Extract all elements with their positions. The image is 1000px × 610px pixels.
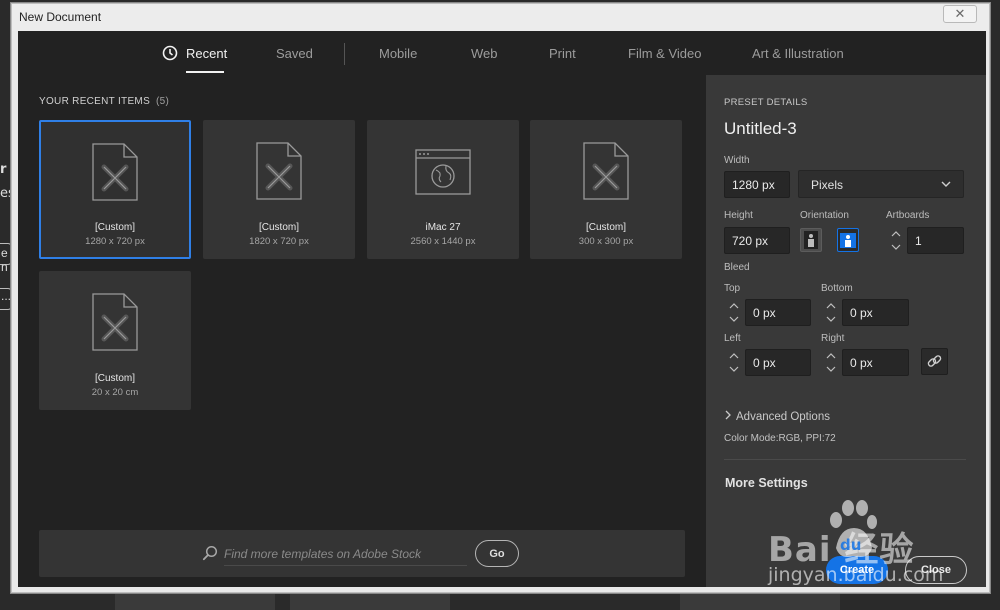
artboards-stepper[interactable] — [886, 227, 906, 254]
recent-item-size: 20 x 20 cm — [91, 387, 139, 398]
bleed-left-label: Left — [724, 333, 741, 344]
unit-dropdown[interactable]: Pixels — [798, 170, 964, 198]
background-panel — [680, 592, 840, 610]
recent-item-card[interactable]: iMac 27 2560 x 1440 px — [367, 120, 519, 259]
artboards-label: Artboards — [886, 210, 930, 221]
panel-divider — [724, 459, 966, 460]
tab-web[interactable]: Web — [471, 46, 498, 61]
landscape-orientation-button[interactable] — [837, 228, 859, 252]
stock-search-input[interactable] — [224, 542, 467, 566]
tab-art-illustration[interactable]: Art & Illustration — [752, 46, 844, 61]
bleed-label: Bleed — [724, 262, 750, 273]
artboards-field[interactable]: 1 — [907, 227, 964, 254]
category-tabs: Recent Saved Mobile Web Print Film & Vid… — [18, 31, 986, 75]
bleed-bottom-label: Bottom — [821, 283, 853, 294]
recent-item-card[interactable]: [Custom] 20 x 20 cm — [39, 271, 191, 410]
stepper-arrows-icon — [729, 353, 739, 372]
dialog-close-button[interactable]: ✕ — [943, 5, 977, 23]
stock-search-bar: Go — [39, 530, 685, 577]
watermark-url: jingyan.baidu.com — [768, 564, 944, 586]
recent-item-card[interactable]: [Custom] 1820 x 720 px — [203, 120, 355, 259]
link-bleed-button[interactable] — [921, 348, 948, 375]
bleed-top-label: Top — [724, 283, 741, 294]
document-name[interactable]: Untitled-3 — [724, 119, 797, 139]
recent-item-size: 1820 x 720 px — [249, 236, 309, 247]
background-panel — [290, 592, 450, 610]
browser-globe-icon — [415, 149, 471, 195]
stepper-arrows-icon — [826, 353, 836, 372]
color-mode-summary: Color Mode:RGB, PPI:72 — [724, 433, 836, 444]
recent-item-name: [Custom] — [94, 222, 135, 233]
bleed-right-label: Right — [821, 333, 845, 344]
bleed-bottom-field[interactable]: 0 px — [842, 299, 909, 326]
tab-saved[interactable]: Saved — [276, 46, 313, 61]
advanced-options-toggle[interactable]: Advanced Options — [724, 410, 830, 423]
height-label: Height — [724, 210, 753, 221]
recent-item-name: [Custom] — [258, 222, 299, 233]
chevron-right-icon — [725, 410, 731, 420]
tab-mobile[interactable]: Mobile — [379, 46, 417, 61]
recent-item-name: [Custom] — [94, 373, 135, 384]
unit-dropdown-value: Pixels — [811, 178, 844, 192]
tab-print[interactable]: Print — [549, 46, 576, 61]
recent-item-name: iMac 27 — [425, 222, 461, 233]
bleed-right-field[interactable]: 0 px — [842, 349, 909, 376]
bleed-right-stepper[interactable] — [821, 349, 841, 376]
document-pencil-icon — [92, 143, 138, 201]
height-field[interactable]: 720 px — [724, 227, 790, 254]
more-settings-button[interactable]: More Settings — [725, 476, 808, 490]
bleed-top-stepper[interactable] — [724, 299, 744, 326]
bleed-top-field[interactable]: 0 px — [745, 299, 811, 326]
dialog-title: New Document — [19, 10, 102, 24]
portrait-icon — [804, 231, 818, 249]
active-tab-indicator — [186, 71, 224, 73]
link-icon — [927, 355, 942, 367]
width-field[interactable]: 1280 px — [724, 171, 790, 198]
recent-items-heading: YOUR RECENT ITEMS (5) — [39, 96, 170, 107]
tab-separator — [344, 43, 345, 65]
document-pencil-icon — [583, 142, 629, 200]
watermark-paw-text: du — [840, 536, 862, 554]
recent-item-name: [Custom] — [585, 222, 626, 233]
dialog-titlebar: New Document ✕ — [12, 4, 989, 31]
document-pencil-icon — [256, 142, 302, 200]
bleed-left-field[interactable]: 0 px — [745, 349, 811, 376]
bleed-bottom-stepper[interactable] — [821, 299, 841, 326]
background-panel — [115, 592, 275, 610]
background-text: r — [0, 162, 7, 177]
search-icon — [202, 545, 218, 561]
landscape-icon — [840, 233, 856, 248]
preset-details-heading: PRESET DETAILS — [724, 97, 808, 108]
document-pencil-icon — [92, 293, 138, 351]
width-label: Width — [724, 155, 750, 166]
go-button[interactable]: Go — [475, 540, 519, 567]
chevron-down-icon — [941, 181, 951, 187]
recent-item-size: 1280 x 720 px — [85, 236, 145, 247]
stepper-arrows-icon — [891, 231, 901, 250]
recent-item-size: 2560 x 1440 px — [410, 236, 476, 247]
orientation-label: Orientation — [800, 210, 849, 221]
recent-item-size: 300 x 300 px — [578, 236, 634, 247]
recent-item-card[interactable]: [Custom] 1280 x 720 px — [39, 120, 191, 259]
stepper-arrows-icon — [729, 303, 739, 322]
tab-recent[interactable]: Recent — [186, 46, 227, 61]
advanced-options-label: Advanced Options — [736, 411, 830, 423]
tab-film-video[interactable]: Film & Video — [628, 46, 701, 61]
stepper-arrows-icon — [826, 303, 836, 322]
recent-items-count: (5) — [156, 96, 170, 107]
recent-item-card[interactable]: [Custom] 300 x 300 px — [530, 120, 682, 259]
clock-icon — [162, 45, 178, 61]
bleed-left-stepper[interactable] — [724, 349, 744, 376]
portrait-orientation-button[interactable] — [800, 228, 822, 252]
